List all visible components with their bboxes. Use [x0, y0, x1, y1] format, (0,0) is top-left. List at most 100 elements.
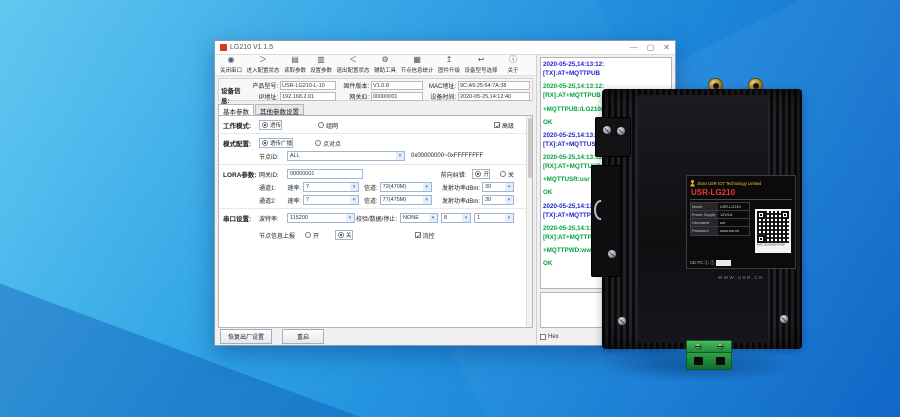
param-tabs: 基本参数 其他参数设置 [218, 104, 533, 115]
tab-basic-params[interactable]: 基本参数 [218, 104, 254, 115]
product-model-value[interactable]: USR-LG210-L-10 [280, 81, 336, 90]
ch1-channel-select[interactable]: 72(470M)▾ [380, 182, 432, 192]
radio-fec-on[interactable]: 开 [472, 169, 490, 179]
section-mode-config: 模式配置: 透传广播 点对点 节点ID: ALL▾ 0x00000000~0xF… [219, 134, 526, 165]
parity-select[interactable]: NONE▾ [400, 213, 438, 223]
terminal-screw-icon [695, 343, 702, 350]
toolbar-read-params[interactable]: ▤ 读取参数 [283, 56, 307, 74]
chevron-down-icon: ▾ [505, 196, 513, 204]
toolbar-enter-config[interactable]: ＞ 进入配置状态 [245, 56, 281, 74]
device-site-text: WWW.USR.CN [686, 275, 796, 280]
toolbar-model-select[interactable]: ↩ 设备型号选择 [463, 56, 499, 74]
ch2-power-select[interactable]: 30▾ [482, 195, 514, 205]
ch2-rate-select[interactable]: 7▾ [303, 195, 359, 205]
toolbar-close-serial[interactable]: ◉ 关闭串口 [219, 56, 243, 74]
label-mac-text: MAC:9CA525647A38 [757, 243, 786, 247]
firmware-version-value[interactable]: V1.0.8 [371, 81, 423, 90]
baud-select[interactable]: 115200▾ [287, 213, 355, 223]
field-ip-address: IP地址: 192.168.2.01 [248, 92, 336, 101]
checkbox-advanced[interactable]: 高级 [494, 121, 514, 130]
screw-icon [617, 127, 625, 135]
section-work-mode: 工作模式: 透传 组网 高级 [219, 116, 526, 134]
restart-button[interactable]: 重启 [282, 329, 324, 344]
ch2-channel-select[interactable]: 77(475M)▾ [380, 195, 432, 205]
footer-buttons: 恢复出厂设置 重启 [215, 328, 536, 345]
qr-code: MAC:9CA525647A38 [755, 209, 791, 253]
left-column: ◉ 关闭串口 ＞ 进入配置状态 ▤ 读取参数 ▥ 设置参数 [215, 55, 537, 345]
device-info-panel: 设备信息: 产品型号: USR-LG210-L-10 固件版本: V1.0.8 … [218, 78, 533, 101]
chevron-down-icon: ▾ [350, 196, 358, 204]
databits-select[interactable]: 8▾ [441, 213, 471, 223]
chevron-down-icon: ▾ [396, 152, 404, 160]
radio-report-off[interactable]: 关 [335, 230, 353, 240]
power-terminal-block [686, 340, 732, 372]
maximize-button[interactable]: ▢ [647, 44, 655, 52]
radio-report-on[interactable]: 开 [305, 231, 319, 240]
minimize-button[interactable]: — [630, 44, 638, 52]
tab-other-params[interactable]: 其他参数设置 [255, 104, 304, 115]
brand-text: Jinan USR IOT Technology Limited [697, 181, 761, 186]
screw-icon [608, 250, 616, 258]
radio-fec-off[interactable]: 关 [500, 170, 514, 179]
terminal-screw-icon [717, 343, 724, 350]
chevron-down-icon: ▾ [462, 214, 470, 222]
device-model-text: USR-LG210 [690, 187, 792, 200]
chevron-down-icon: ▾ [505, 183, 513, 191]
screw-icon [780, 315, 788, 323]
params-scrollbar[interactable] [526, 116, 532, 327]
stats-icon: ▦ [413, 56, 421, 65]
usr-logo-icon [690, 180, 695, 187]
stopbits-select[interactable]: 1▾ [474, 213, 514, 223]
exit-arrow-icon: ＜ [349, 56, 357, 65]
chevron-down-icon: ▾ [423, 196, 431, 204]
cert-box [716, 260, 731, 266]
mac-address-value[interactable]: 9C:A5:25:64:7A:38 [458, 81, 530, 90]
device-label: Jinan USR IOT Technology Limited USR-LG2… [686, 175, 796, 269]
checkbox-flow-control[interactable]: 流控 [415, 231, 435, 240]
window-title: LG210 V1.1.5 [230, 44, 273, 51]
device-info-title: 设备信息: [221, 81, 248, 98]
ch1-rate-select[interactable]: 7▾ [303, 182, 359, 192]
toolbar-node-stats[interactable]: ▦ 节点信息统计 [399, 56, 435, 74]
radio-networking[interactable]: 组网 [318, 121, 338, 130]
radio-point-to-point[interactable]: 点对点 [315, 139, 341, 148]
node-id-label: 节点ID: [259, 152, 287, 161]
ip-address-value[interactable]: 192.168.2.01 [280, 92, 336, 101]
field-device-time: 设备时间: 2020-05-25,14:12:40 [426, 92, 530, 101]
save-icon: ▥ [317, 56, 325, 65]
basic-params-page: 工作模式: 透传 组网 高级 模式配置: [218, 115, 533, 328]
checkbox-hex[interactable]: Hex [540, 334, 559, 340]
gear-icon: ⚙ [382, 56, 389, 65]
toolbar-aux-tools[interactable]: ⚙ 辅助工具 [373, 56, 397, 74]
toolbar-set-params[interactable]: ▥ 设置参数 [309, 56, 333, 74]
parity-data-stop-label: 校验/数据/停止: [356, 214, 397, 223]
toolbar-exit-config[interactable]: ＜ 退出配置状态 [335, 56, 371, 74]
toolbar-firmware-upgrade[interactable]: ↥ 固件升级 [437, 56, 461, 74]
node-id-range-hint: 0x00000000~0xFFFFFFFF [411, 153, 483, 159]
section-serial: 串口设置: 波特率: 115200▾ 校验/数据/停止: NONE▾ 8▾ 1▾ [219, 209, 526, 243]
info-icon: ⓘ [509, 56, 517, 65]
node-id-select[interactable]: ALL▾ [287, 151, 405, 161]
close-button[interactable]: ✕ [663, 44, 670, 52]
lora-gwid-input[interactable]: 00000001 [287, 169, 363, 179]
clip-ring [594, 200, 607, 220]
chevron-down-icon: ▾ [346, 214, 354, 222]
radio-transparent[interactable]: 透传 [259, 120, 282, 130]
toolbar-about[interactable]: ⓘ 关于 [501, 56, 525, 74]
device-photo: Jinan USR IOT Technology Limited USR-LG2… [592, 76, 804, 376]
enter-arrow-icon: ＞ [259, 56, 267, 65]
chevron-down-icon: ▾ [505, 214, 513, 222]
ch1-power-select[interactable]: 30▾ [482, 182, 514, 192]
device-time-value[interactable]: 2020-05-25,14:12:40 [458, 92, 530, 101]
radio-broadcast[interactable]: 透传广播 [259, 138, 293, 148]
device-body: Jinan USR IOT Technology Limited USR-LG2… [602, 89, 802, 349]
certification-row: CE FC Ⓛ ⚠ [690, 260, 752, 266]
field-firmware-version: 固件版本: V1.0.8 [339, 81, 423, 90]
cert-marks-text: CE FC Ⓛ ⚠ [690, 260, 714, 266]
power-icon: ◉ [228, 56, 235, 65]
gateway-id-value[interactable]: 00000001 [371, 92, 423, 101]
app-icon [220, 44, 227, 51]
marketing-banner: LG210 V1.1.5 — ▢ ✕ ◉ 关闭串口 ＞ 进入配置状态 [0, 0, 900, 417]
node-report-label: 节点信息上报 [259, 231, 305, 240]
restore-factory-button[interactable]: 恢复出厂设置 [220, 329, 272, 344]
